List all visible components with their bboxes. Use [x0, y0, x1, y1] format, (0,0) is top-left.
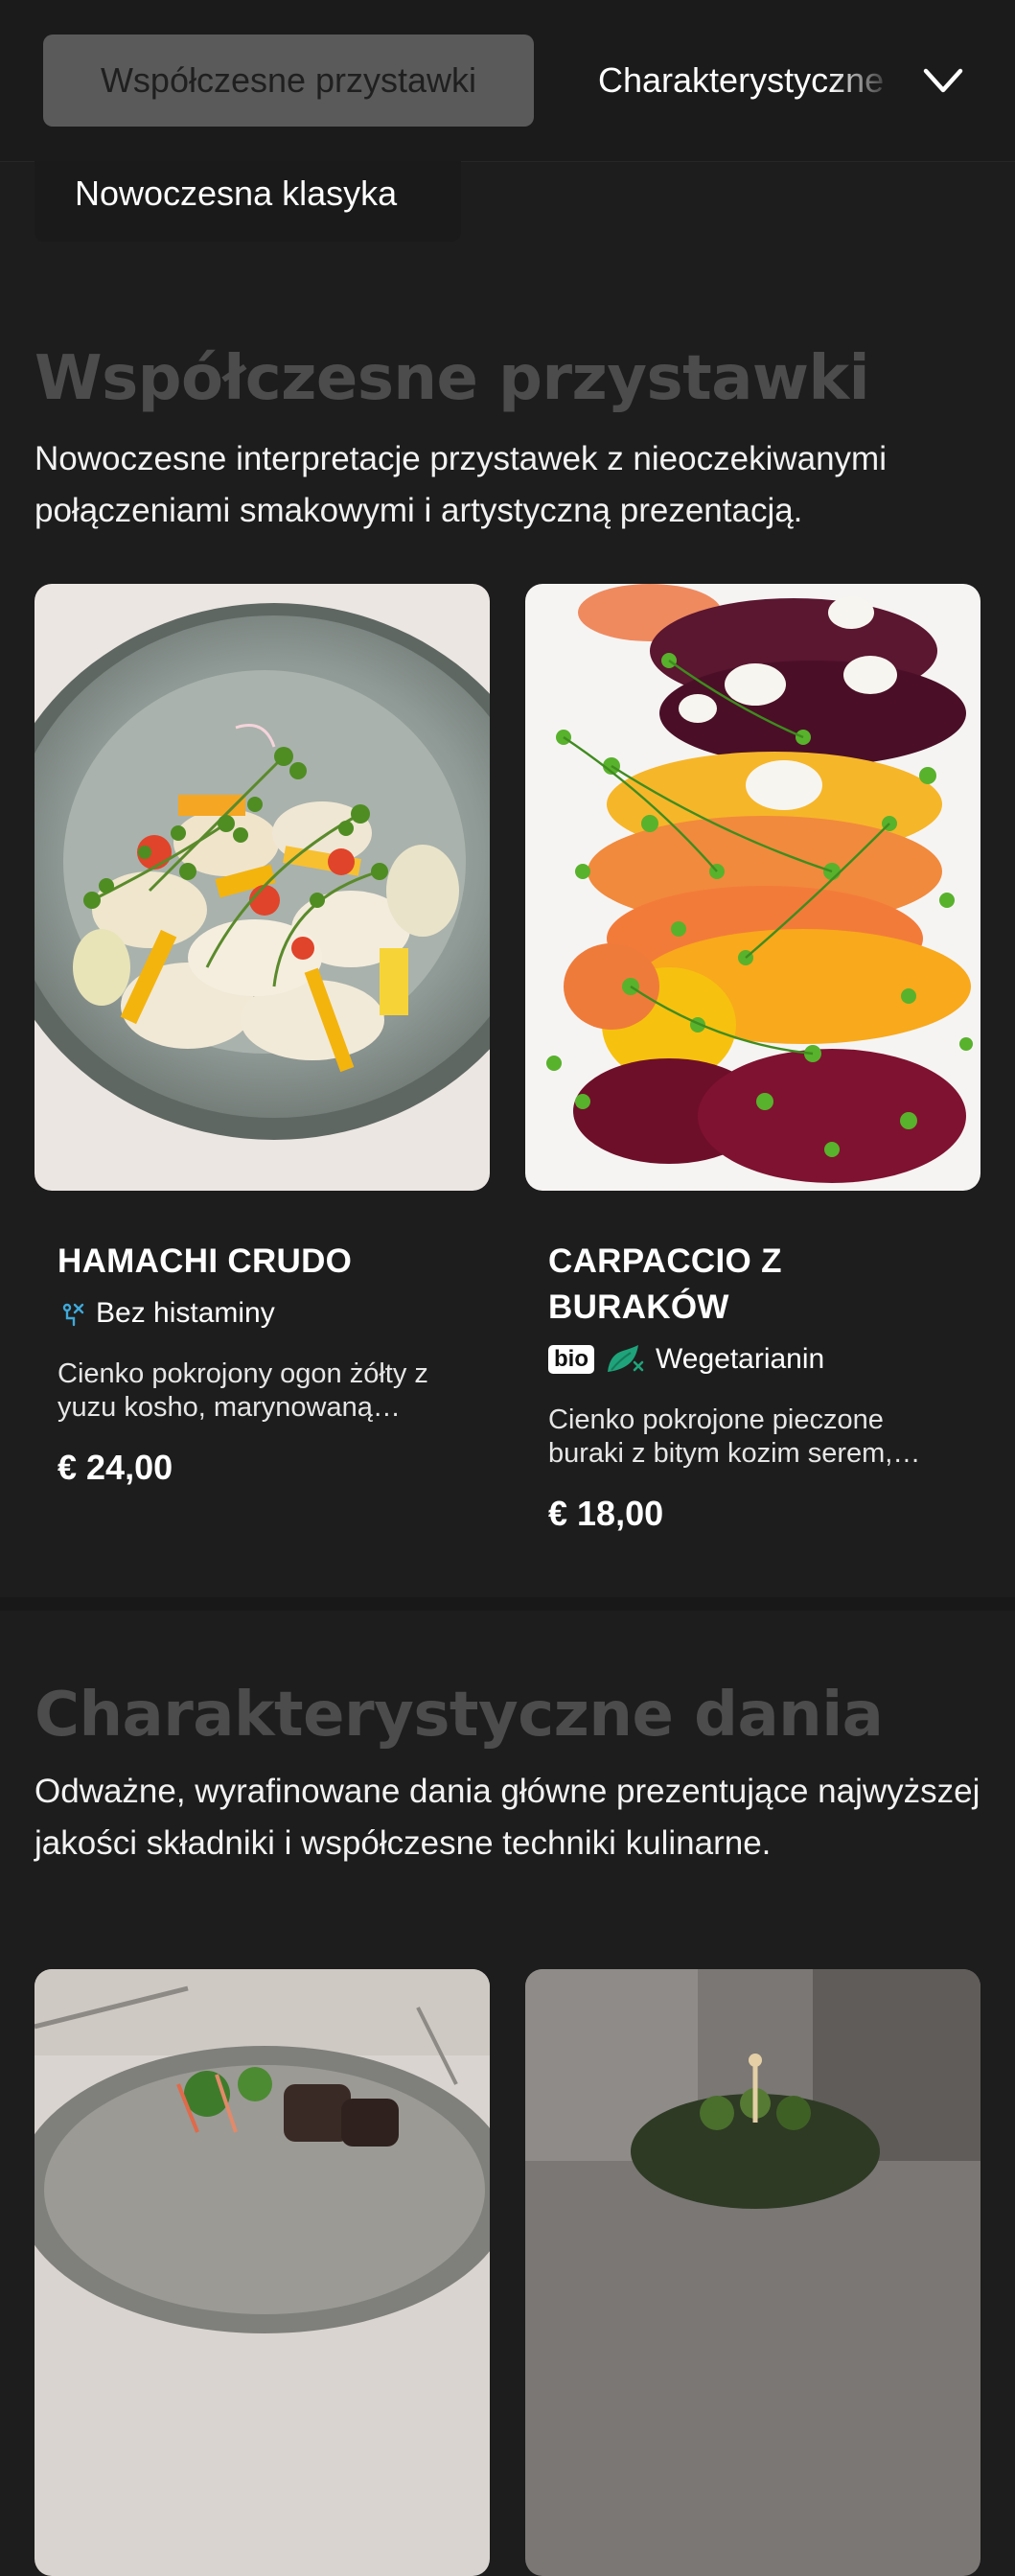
- section-title: Współczesne przystawki: [35, 343, 870, 414]
- dietary-tags: bio Wegetarianin: [548, 1338, 957, 1381]
- section-title: Charakterystyczne dania: [35, 1680, 884, 1751]
- bio-badge: bio: [548, 1345, 594, 1374]
- dish-name: CARPACCIO Z BURAKÓW: [548, 1242, 782, 1326]
- dish-description: Cienko pokrojone pieczone buraki z bitym…: [548, 1404, 921, 1469]
- tab-wspolczesne-przystawki[interactable]: Współczesne przystawki: [43, 35, 534, 127]
- vegetarian-icon: [608, 1345, 644, 1372]
- dish-name: HAMACHI CRUDO: [58, 1242, 353, 1280]
- dish-price: € 18,00: [548, 1494, 664, 1533]
- tab-charakterystyczne-dania[interactable]: Charakterystyczne dania: [598, 35, 895, 127]
- dietary-tag-label: Bez histaminy: [96, 1297, 275, 1329]
- tab-nowoczesna-klasyka[interactable]: Nowoczesna klasyka: [35, 161, 461, 242]
- menu-item-card[interactable]: HAMACHI CRUDO Bez histaminy Cienko pokro…: [35, 584, 490, 1488]
- menu-item-card[interactable]: CARPACCIO Z BURAKÓW bio Wegetarianin Cie…: [525, 584, 980, 1534]
- dish-description: Cienko pokrojony ogon żółty z yuzu kosho…: [58, 1358, 428, 1423]
- chevron-down-icon[interactable]: [920, 59, 966, 102]
- menu-item-card[interactable]: [525, 1969, 980, 2576]
- section-divider: [0, 1597, 1015, 1611]
- section-description: Nowoczesne interpretacje przystawek z ni…: [35, 440, 887, 529]
- dish-image: [525, 1969, 980, 2576]
- dish-image: [525, 584, 980, 1191]
- section-description: Odważne, wyrafinowane dania główne preze…: [35, 1773, 980, 1862]
- dietary-tags: Bez histaminy: [58, 1292, 467, 1334]
- dish-image: [35, 1969, 490, 2576]
- dietary-tag-label: Wegetarianin: [656, 1343, 825, 1375]
- category-nav: Współczesne przystawki Charakterystyczne…: [0, 0, 1015, 162]
- histamine-free-icon: [62, 1303, 84, 1327]
- menu-item-card[interactable]: [35, 1969, 490, 2576]
- dish-image: [35, 584, 490, 1191]
- dish-price: € 24,00: [58, 1448, 173, 1487]
